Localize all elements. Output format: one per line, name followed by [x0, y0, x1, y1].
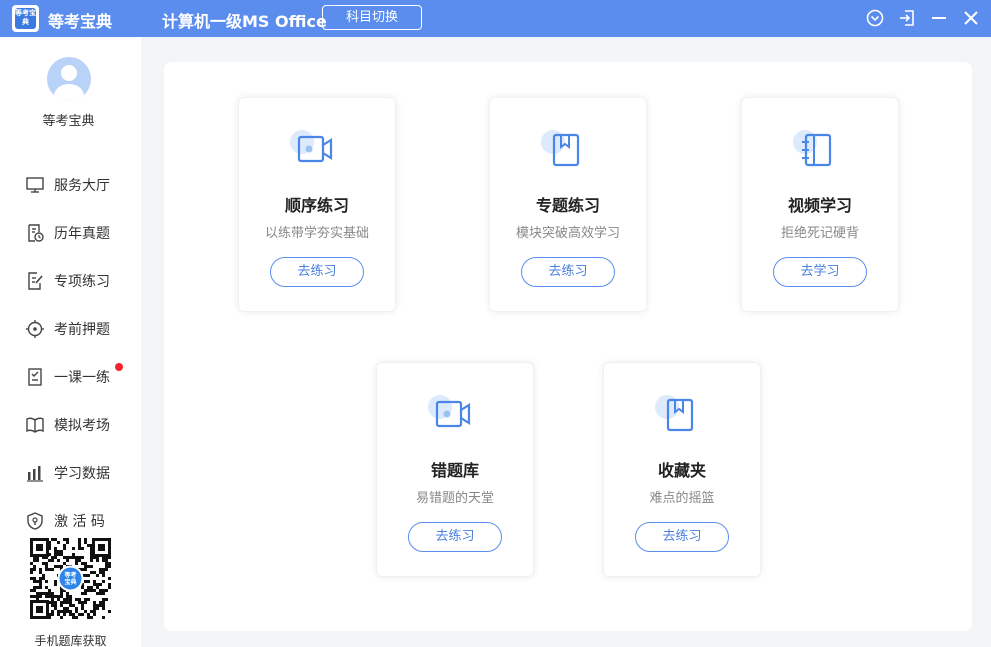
edit-doc-icon: [28, 272, 43, 290]
video-camera-icon: [290, 130, 333, 163]
sidebar-item-label: 专项练习: [54, 274, 110, 290]
qr-code: 等考宝典: [29, 537, 112, 620]
card-title: 收藏夹: [657, 461, 706, 480]
go-learn-button[interactable]: 去学习: [773, 257, 867, 287]
sidebar-item-service-hall[interactable]: 服务大厅: [0, 161, 141, 209]
close-icon[interactable]: [961, 8, 981, 28]
go-practice-button[interactable]: 去练习: [521, 257, 615, 287]
switch-subject-button[interactable]: 科目切换: [322, 5, 422, 30]
bookmark-book-icon: [541, 130, 580, 167]
sidebar-item-past-exams[interactable]: 历年真题: [0, 209, 141, 257]
sidebar-item-pre-exam[interactable]: 考前押题: [0, 305, 141, 353]
subject-title: 计算机一级MS Office: [162, 12, 327, 31]
sidebar-item-label: 服务大厅: [54, 178, 110, 194]
sidebar-item-label: 激 活 码: [54, 514, 105, 530]
sidebar-item-lesson-practice[interactable]: 一课一练: [0, 353, 141, 401]
card-favorites[interactable]: 收藏夹 难点的摇篮 去练习: [603, 362, 761, 577]
username: 等考宝典: [42, 114, 95, 129]
app-name: 等考宝典: [48, 12, 113, 31]
avatar[interactable]: [47, 57, 91, 101]
bar-chart-icon: [27, 466, 43, 482]
sidebar-item-label: 历年真题: [54, 226, 110, 242]
go-practice-button[interactable]: 去练习: [270, 257, 364, 287]
go-practice-button[interactable]: 去练习: [635, 522, 729, 552]
sidebar-item-label: 一课一练: [54, 370, 110, 386]
minimize-icon[interactable]: [929, 8, 949, 28]
app-logo: 等考宝典: [12, 5, 39, 32]
qr-logo-text: 等考宝典: [63, 571, 76, 586]
card-title: 顺序练习: [284, 196, 349, 215]
card-description: 模块突破高效学习: [515, 226, 620, 241]
card-topic-practice[interactable]: 专题练习 模块突破高效学习 去练习: [489, 97, 647, 312]
sidebar: 等考宝典 服务大厅 历年真题 专项练习 考前押题 一课一练 模拟考场 学习数据 …: [0, 37, 141, 647]
card-title: 错题库: [430, 461, 479, 480]
card-description: 难点的摇篮: [649, 491, 715, 506]
video-camera-icon: [428, 395, 471, 428]
sidebar-nav: 服务大厅 历年真题 专项练习 考前押题 一课一练 模拟考场 学习数据 激 活 码: [0, 161, 141, 545]
exam-history-icon: [28, 224, 44, 242]
card-description: 以练带学夯实基础: [264, 226, 369, 241]
notification-badge: [115, 363, 123, 371]
main-panel: 顺序练习 以练带学夯实基础 去练习 专题练习 模块突破高效学习 去练习 视频学习…: [164, 62, 972, 631]
sidebar-item-label: 学习数据: [54, 466, 110, 482]
bookmark-book-icon: [655, 395, 694, 432]
card-description: 易错题的天堂: [415, 491, 494, 506]
shield-icon: [27, 512, 43, 530]
monitor-icon: [26, 177, 44, 193]
card-description: 拒绝死记硬背: [780, 226, 859, 241]
book-open-icon: [26, 417, 44, 433]
card-sequential-practice[interactable]: 顺序练习 以练带学夯实基础 去练习: [238, 97, 396, 312]
chevron-down-circle-icon[interactable]: [865, 8, 885, 28]
qr-caption: 手机题库获取: [34, 634, 107, 647]
sidebar-item-label: 考前押题: [54, 322, 110, 338]
card-video-learning[interactable]: 视频学习 拒绝死记硬背 去学习: [741, 97, 899, 312]
sidebar-item-study-data[interactable]: 学习数据: [0, 449, 141, 497]
checklist-icon: [28, 368, 42, 386]
sidebar-item-label: 模拟考场: [54, 418, 110, 434]
sidebar-item-special-practice[interactable]: 专项练习: [0, 257, 141, 305]
notebook-icon: [793, 130, 832, 167]
sidebar-item-mock-exam[interactable]: 模拟考场: [0, 401, 141, 449]
card-wrong-questions[interactable]: 错题库 易错题的天堂 去练习: [376, 362, 534, 577]
card-title: 专题练习: [535, 196, 600, 215]
exit-icon[interactable]: [897, 8, 917, 28]
target-icon: [26, 320, 44, 338]
go-practice-button[interactable]: 去练习: [408, 522, 502, 552]
title-bar: 等考宝典 等考宝典 计算机一级MS Office 科目切换: [0, 0, 991, 37]
card-title: 视频学习: [787, 196, 852, 215]
app-logo-mark: 等考宝典: [15, 8, 36, 29]
